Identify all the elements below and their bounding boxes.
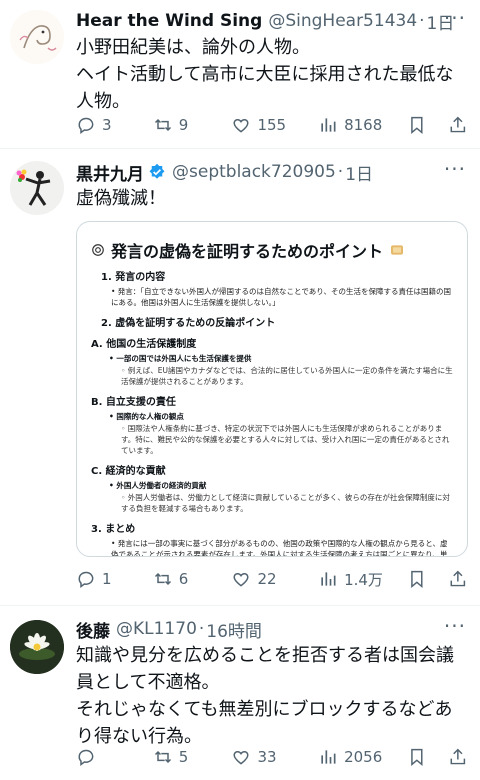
retweet-button[interactable]: 9 — [153, 115, 232, 135]
retweet-count: 6 — [178, 570, 189, 588]
section-text: • 発言：「自立できない外国人が帰国するのは自然なことであり、その生活を保障する… — [111, 287, 451, 307]
reply-icon — [78, 749, 94, 766]
bullet-heading: • 一部の国では外国人にも生活保護を提供 — [109, 354, 252, 363]
avatar[interactable] — [10, 620, 64, 674]
views-button[interactable]: 1.4万 — [318, 569, 407, 590]
tweet-text: 虚偽殲滅！ — [76, 188, 166, 209]
tweet-3[interactable]: 後藤 @KL1170 · 16時間 ··· 知識や見分を広めることを拒否する者は… — [0, 606, 480, 780]
separator-dot: · — [198, 619, 205, 639]
display-name[interactable]: 後藤 — [76, 617, 110, 642]
tweet-1[interactable]: Hear the Wind Sing @SingHear51434 · 1日 ·… — [0, 0, 480, 148]
view-count: 2056 — [344, 748, 383, 766]
heart-icon — [233, 572, 249, 587]
views-icon — [321, 118, 336, 132]
attached-image-card[interactable]: 発言の虚偽を証明するためのポイント 1. 発言の内容 • 発言：「自立できない外… — [76, 221, 468, 557]
views-icon — [321, 750, 336, 764]
retweet-button[interactable]: 5 — [153, 747, 232, 767]
section-heading: 3. まとめ — [91, 524, 136, 535]
action-bar: 5 33 2056 — [76, 744, 468, 770]
reply-count: 1 — [102, 570, 112, 588]
tweet-header: 黒井九月 @septblack720905 · 1日 — [76, 159, 468, 185]
handle[interactable]: @septblack720905 — [172, 162, 336, 182]
retweet-count: 5 — [178, 748, 189, 766]
retweet-icon — [154, 118, 171, 132]
heart-icon — [233, 750, 249, 765]
section-heading: 1. 発言の内容 — [101, 272, 166, 283]
reply-button[interactable]: 3 — [76, 115, 153, 135]
chatgpt-logo-icon — [92, 244, 104, 256]
reply-icon — [78, 571, 94, 588]
bookmark-icon[interactable] — [407, 115, 427, 135]
bullet-text: ◦ 外国人労働者は、労働力として経済に貢献していることが多く、彼らの存在が社会保… — [121, 493, 450, 513]
verified-badge-icon — [149, 163, 165, 179]
view-count: 1.4万 — [344, 570, 383, 589]
views-button[interactable]: 8168 — [318, 115, 407, 135]
action-bar: 1 6 22 1.4万 — [76, 566, 468, 592]
timestamp[interactable]: 1日 — [345, 160, 373, 185]
tweet-text: 小野田紀美は、論外の人物。 ヘイト活動して高市に大臣に採用された最低な人物。 — [76, 37, 454, 112]
bullet-heading: • 国際的な人権の観点 — [109, 412, 184, 421]
separator-dot: · — [337, 162, 344, 182]
separator-dot: · — [419, 11, 425, 31]
section-heading: C. 経済的な貢献 — [91, 466, 166, 477]
tweet-header: Hear the Wind Sing @SingHear51434 · 1日 — [76, 8, 468, 34]
views-icon — [321, 572, 336, 586]
bookmark-icon[interactable] — [407, 747, 427, 767]
retweet-icon — [154, 572, 171, 586]
more-icon[interactable]: ··· — [444, 157, 466, 181]
display-name[interactable]: 黒井九月 — [76, 160, 144, 185]
reply-count: 3 — [102, 116, 112, 134]
reply-button[interactable]: 1 — [76, 569, 153, 589]
avatar[interactable] — [10, 161, 64, 215]
share-icon[interactable] — [448, 747, 468, 767]
view-count: 8168 — [344, 116, 383, 134]
more-icon[interactable]: ··· — [444, 6, 466, 30]
handle[interactable]: @SingHear51434 — [268, 11, 417, 31]
bullet-text: ◦ 例えば、EU諸国やカナダなどでは、合法的に居住している外国人に一定の条件を満… — [121, 366, 453, 386]
tweet-header: 後藤 @KL1170 · 16時間 — [76, 616, 468, 642]
share-icon[interactable] — [448, 569, 468, 589]
share-icon[interactable] — [448, 115, 468, 135]
retweet-icon — [154, 750, 171, 764]
section-text: • 発言には一部の事実に基づく部分があるものの、他国の政策や国際的な人権の観点か… — [111, 539, 448, 557]
section-heading: 2. 虚偽を証明するための反論ポイント — [101, 318, 276, 329]
handle[interactable]: @KL1170 — [116, 619, 197, 639]
views-button[interactable]: 2056 — [318, 747, 407, 767]
heart-icon — [233, 118, 249, 133]
retweet-count: 9 — [178, 116, 189, 134]
like-count: 22 — [257, 570, 277, 588]
bullet-text: ◦ 国際法や人権条約に基づき、特定の状況下では外国人にも生活保障が求められること… — [121, 424, 450, 455]
reply-icon — [78, 117, 94, 134]
avatar[interactable] — [10, 10, 64, 64]
like-count: 155 — [257, 116, 287, 134]
tweet-text: 知識や見分を広めることを拒否する者は国会議員として不適格。 それじゃなくても無差… — [76, 645, 454, 747]
section-heading: A. 他国の生活保護制度 — [91, 339, 197, 350]
bookmark-icon[interactable] — [407, 569, 427, 589]
reply-button[interactable] — [76, 747, 153, 767]
bullet-heading: • 外国人労働者の経済的貢献 — [109, 481, 207, 490]
more-icon[interactable]: ··· — [444, 614, 466, 638]
display-name[interactable]: Hear the Wind Sing — [76, 11, 262, 31]
like-button[interactable]: 22 — [231, 569, 318, 589]
tweet-2[interactable]: 黒井九月 @septblack720905 · 1日 ··· 虚偽殲滅！ 発言の… — [0, 149, 480, 605]
section-heading: B. 自立支援の責任 — [91, 397, 176, 408]
timestamp[interactable]: 16時間 — [206, 617, 262, 642]
like-button[interactable]: 155 — [231, 115, 318, 135]
like-button[interactable]: 33 — [231, 747, 318, 767]
like-count: 33 — [257, 748, 277, 766]
scroll-icon — [391, 245, 404, 255]
card-title-text: 発言の虚偽を証明するためのポイント — [111, 242, 384, 261]
action-bar: 3 9 155 8168 — [76, 112, 468, 138]
retweet-button[interactable]: 6 — [153, 569, 232, 589]
card-title: 発言の虚偽を証明するためのポイント — [91, 238, 453, 262]
